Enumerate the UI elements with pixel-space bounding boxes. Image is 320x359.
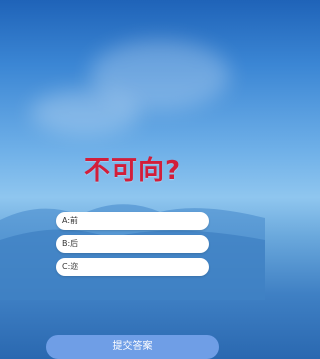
option-c[interactable]: C:迩 bbox=[56, 258, 209, 276]
question-text: 不可向? bbox=[83, 156, 182, 186]
option-b[interactable]: B:后 bbox=[56, 235, 209, 253]
submit-button[interactable]: 提交答案 bbox=[46, 335, 219, 359]
cloud-glow bbox=[30, 90, 140, 135]
option-a[interactable]: A:前 bbox=[56, 212, 209, 230]
